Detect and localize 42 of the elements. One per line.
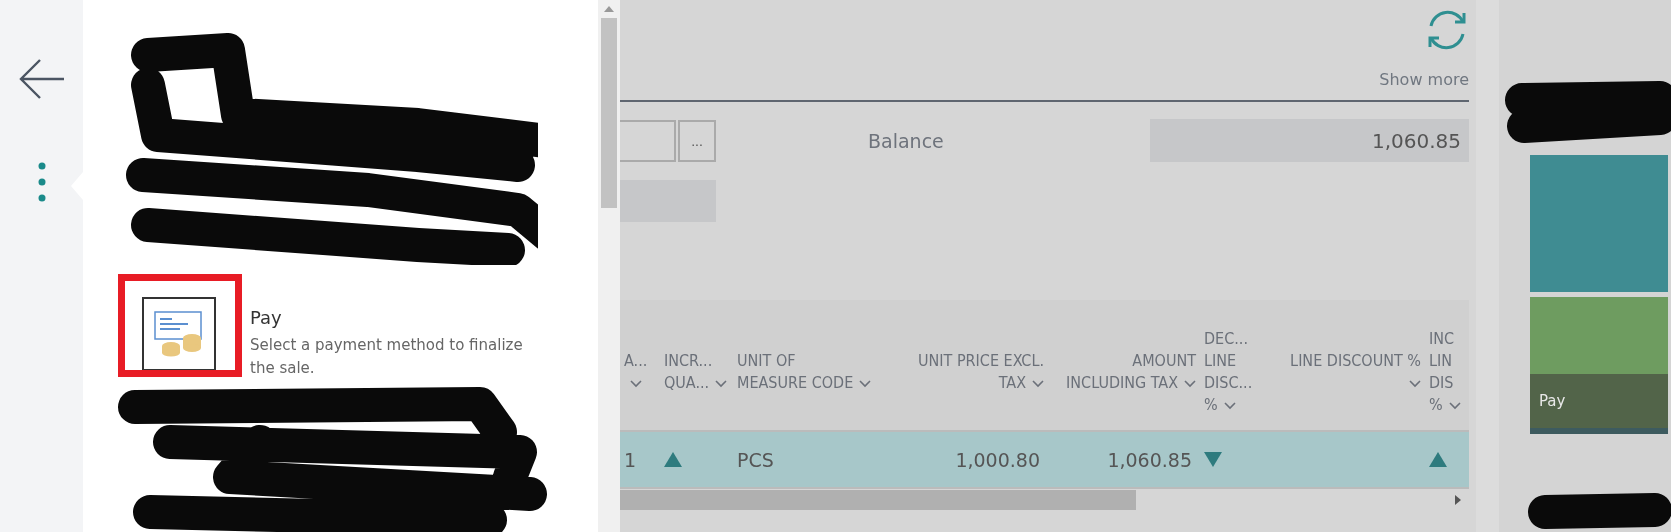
tile-label: Pay bbox=[1530, 374, 1668, 434]
table-cell: PCS bbox=[737, 448, 774, 471]
column-header[interactable]: AMOUNT INCLUDING TAX bbox=[1048, 300, 1200, 430]
column-header[interactable]: A... bbox=[620, 300, 660, 430]
horizontal-scrollbar[interactable] bbox=[620, 489, 1469, 511]
vertical-scrollbar[interactable] bbox=[598, 0, 620, 532]
chevron-down-icon bbox=[715, 379, 728, 388]
table-row[interactable]: 1 PCS 1,000.80 1,060.85 bbox=[620, 430, 1469, 489]
action-tile[interactable] bbox=[1530, 155, 1668, 292]
column-header[interactable]: UNIT PRICE EXCL. TAX bbox=[881, 300, 1048, 430]
chevron-down-icon bbox=[1409, 379, 1421, 388]
column-header[interactable]: INCR... QUA... bbox=[660, 300, 733, 430]
column-header[interactable]: UNIT OF MEASURE CODE bbox=[733, 300, 881, 430]
table-cell: 1 bbox=[624, 448, 637, 471]
column-header[interactable]: INC LIN DIS % bbox=[1425, 300, 1469, 430]
table-cell: 1,060.85 bbox=[1107, 448, 1192, 471]
action-description: Select a payment method to finalize the sale. bbox=[250, 335, 524, 379]
down-triangle-icon[interactable] bbox=[1204, 451, 1222, 467]
action-tile[interactable] bbox=[142, 297, 216, 371]
action-title: Pay bbox=[250, 307, 283, 328]
input-field[interactable] bbox=[620, 119, 676, 162]
chevron-down-icon bbox=[630, 379, 642, 388]
back-arrow-icon[interactable] bbox=[17, 58, 66, 100]
chevron-down-icon bbox=[1184, 379, 1196, 388]
lookup-button[interactable]: ... bbox=[678, 119, 716, 162]
column-header[interactable]: LINE DISCOUNT % bbox=[1270, 300, 1425, 430]
column-header[interactable]: DEC... LINE DISC... % bbox=[1200, 300, 1270, 430]
action-tile[interactable]: Pay bbox=[1530, 297, 1668, 434]
payment-coins-icon bbox=[154, 311, 204, 357]
chevron-down-icon bbox=[859, 379, 872, 388]
more-options-icon[interactable] bbox=[37, 162, 46, 202]
table-cell: 1,000.80 bbox=[955, 448, 1040, 471]
up-triangle-icon[interactable] bbox=[1429, 451, 1447, 467]
scroll-up-icon[interactable] bbox=[604, 6, 614, 12]
chevron-down-icon bbox=[1448, 401, 1461, 410]
chevron-down-icon bbox=[1032, 379, 1044, 388]
show-more-link[interactable]: Show more bbox=[1379, 70, 1469, 89]
balance-label: Balance bbox=[868, 129, 944, 152]
chevron-down-icon bbox=[1223, 401, 1236, 410]
scroll-right-icon[interactable] bbox=[1455, 495, 1461, 505]
balance-value: 1,060.85 bbox=[1150, 119, 1469, 162]
up-triangle-icon[interactable] bbox=[664, 451, 682, 467]
